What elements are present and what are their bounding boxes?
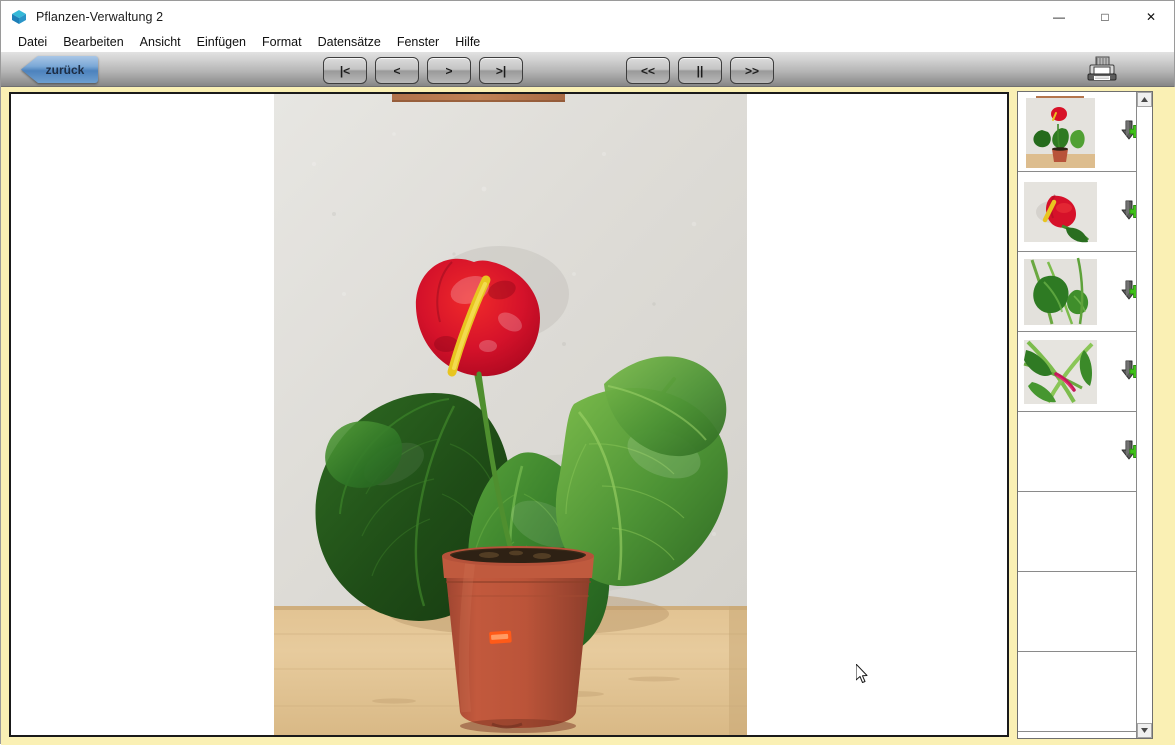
record-navigation-group: |< < > >| (323, 57, 523, 84)
menu-item-einfuegen[interactable]: Einfügen (189, 34, 254, 50)
image-viewer-panel[interactable] (9, 92, 1009, 737)
slideshow-pause-button[interactable]: || (678, 57, 722, 84)
main-plant-photo (274, 94, 747, 735)
slideshow-back-button[interactable]: << (626, 57, 670, 84)
previous-record-button[interactable]: < (375, 57, 419, 84)
thumbnail-row-1[interactable] (1018, 92, 1152, 172)
toolbar: zurück |< < > >| << || >> (1, 52, 1174, 87)
back-button-label: zurück (21, 56, 98, 83)
thumbnail-image-4[interactable] (1022, 336, 1099, 408)
thumbnail-row-6[interactable] (1018, 492, 1152, 572)
content-area (1, 87, 1175, 745)
thumbnail-row-7[interactable] (1018, 572, 1152, 652)
last-record-button[interactable]: >| (479, 57, 523, 84)
first-record-button[interactable]: |< (323, 57, 367, 84)
menu-item-fenster[interactable]: Fenster (389, 34, 447, 50)
thumbnail-sidebar (1017, 91, 1153, 739)
menu-item-ansicht[interactable]: Ansicht (132, 34, 189, 50)
close-button[interactable]: ✕ (1128, 1, 1174, 32)
menu-item-bearbeiten[interactable]: Bearbeiten (55, 34, 131, 50)
next-record-button[interactable]: > (427, 57, 471, 84)
thumbnail-row-3[interactable] (1018, 252, 1152, 332)
menu-item-datei[interactable]: Datei (10, 34, 55, 50)
minimize-button[interactable]: — (1036, 1, 1082, 32)
maximize-button[interactable]: □ (1082, 1, 1128, 32)
thumbnail-image-5-empty[interactable] (1022, 416, 1099, 488)
thumbnail-image-1[interactable] (1022, 96, 1099, 168)
printer-icon[interactable] (1085, 56, 1119, 84)
application-window: Pflanzen-Verwaltung 2 — □ ✕ Datei Bearbe… (0, 0, 1175, 744)
thumbnail-image-2[interactable] (1022, 176, 1099, 248)
menu-bar: Datei Bearbeiten Ansicht Einfügen Format… (1, 32, 1174, 52)
back-button[interactable]: zurück (21, 56, 98, 83)
app-diamond-icon (11, 9, 27, 25)
slideshow-controls-group: << || >> (626, 57, 774, 84)
thumbnail-row-8[interactable] (1018, 652, 1152, 732)
slideshow-forward-button[interactable]: >> (730, 57, 774, 84)
thumbnail-row-2[interactable] (1018, 172, 1152, 252)
window-controls: — □ ✕ (1036, 1, 1174, 32)
thumbnail-row-5[interactable] (1018, 412, 1152, 492)
menu-item-datensaetze[interactable]: Datensätze (310, 34, 389, 50)
scroll-down-arrow-icon[interactable] (1137, 723, 1152, 738)
sidebar-scrollbar[interactable] (1136, 92, 1152, 738)
menu-item-format[interactable]: Format (254, 34, 310, 50)
window-title: Pflanzen-Verwaltung 2 (36, 10, 163, 24)
title-bar: Pflanzen-Verwaltung 2 — □ ✕ (1, 1, 1174, 32)
menu-item-hilfe[interactable]: Hilfe (447, 34, 488, 50)
scroll-up-arrow-icon[interactable] (1137, 92, 1152, 107)
thumbnail-image-3[interactable] (1022, 256, 1099, 328)
thumbnail-row-4[interactable] (1018, 332, 1152, 412)
